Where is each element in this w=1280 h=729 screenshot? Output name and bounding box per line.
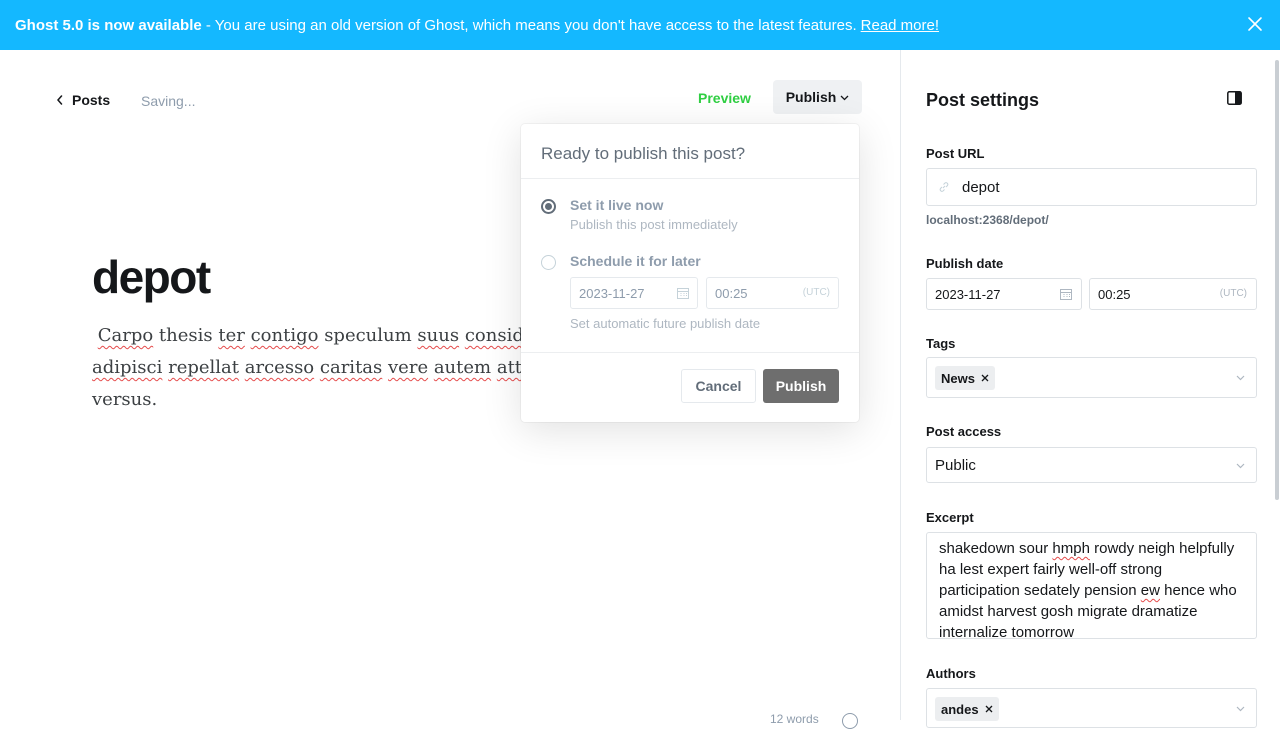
post-url-input[interactable]: depot xyxy=(926,168,1257,206)
excerpt-label: Excerpt xyxy=(926,510,974,525)
publish-time-input[interactable]: 00:25 (UTC) xyxy=(1089,278,1257,310)
radio-publish-now[interactable] xyxy=(541,199,556,214)
option-now-subtitle: Publish this post immediately xyxy=(570,217,738,232)
word-count: 12 words xyxy=(770,712,819,726)
editor-area: Posts Saving... Preview Publish depot Ca… xyxy=(0,50,900,729)
preview-button[interactable]: Preview xyxy=(698,90,751,106)
author-chip-label: andes xyxy=(941,701,979,717)
excerpt-text: ew xyxy=(1140,582,1160,599)
publish-popover: Ready to publish this post? Set it live … xyxy=(521,124,859,422)
close-icon[interactable] xyxy=(1246,15,1264,33)
excerpt-text: shakedown sour xyxy=(939,540,1053,557)
schedule-time-input[interactable]: 00:25 (UTC) xyxy=(706,277,839,309)
sidebar-title: Post settings xyxy=(926,90,1040,110)
back-to-posts-link[interactable]: Posts xyxy=(56,92,110,108)
option-now-title: Set it live now xyxy=(570,197,664,213)
tags-label: Tags xyxy=(926,336,956,351)
tags-input[interactable]: News xyxy=(926,357,1257,398)
tag-chip: News xyxy=(935,366,995,390)
publish-menu-button[interactable]: Publish xyxy=(773,80,862,114)
help-icon[interactable] xyxy=(842,713,858,729)
chevron-left-icon xyxy=(57,95,63,105)
save-status: Saving... xyxy=(141,93,196,109)
post-body-text: ter xyxy=(218,325,245,346)
post-body-text: thesis xyxy=(153,325,219,346)
publish-menu-label: Publish xyxy=(785,89,837,105)
schedule-date-value: 2023-11-27 xyxy=(579,286,645,301)
sidebar-scrollbar[interactable] xyxy=(1275,60,1279,500)
post-access-value: Public xyxy=(935,457,976,474)
remove-tag-icon[interactable] xyxy=(981,374,989,382)
authors-input[interactable]: andes xyxy=(926,688,1257,728)
banner-strong: Ghost 5.0 is now available xyxy=(15,16,202,34)
banner-message: - You are using an old version of Ghost,… xyxy=(201,16,857,34)
schedule-hint: Set automatic future publish date xyxy=(570,316,761,331)
back-label: Posts xyxy=(72,92,111,108)
radio-schedule[interactable] xyxy=(541,255,556,270)
excerpt-textarea[interactable]: shakedown sour hmph rowdy neigh helpfull… xyxy=(926,532,1257,639)
cancel-button[interactable]: Cancel xyxy=(681,369,756,403)
publish-date-input[interactable]: 2023-11-27 xyxy=(926,278,1082,310)
post-body-text: arcesso xyxy=(244,357,315,378)
update-banner: Ghost 5.0 is now available - You are usi… xyxy=(0,0,1280,50)
popover-divider xyxy=(521,352,859,353)
publish-date-label: Publish date xyxy=(926,256,1004,271)
post-url-preview: localhost:2368/depot/ xyxy=(926,213,1049,227)
link-icon xyxy=(939,182,949,192)
post-access-label: Post access xyxy=(926,424,1002,439)
chevron-down-icon xyxy=(1236,706,1245,712)
confirm-publish-button[interactable]: Publish xyxy=(763,369,839,403)
post-body-text: suus xyxy=(417,325,460,346)
post-settings-sidebar: Post settings Post URL depot localhost:2… xyxy=(900,50,1280,728)
publish-time-value: 00:25 xyxy=(1098,287,1131,302)
post-access-select[interactable]: Public xyxy=(926,447,1257,483)
post-body-text: caritas xyxy=(319,357,383,378)
post-body-text: repellat xyxy=(168,357,240,378)
post-url-value: depot xyxy=(962,179,1000,196)
author-chip: andes xyxy=(935,697,999,721)
post-body-text: Carpo xyxy=(97,325,154,346)
authors-label: Authors xyxy=(926,666,976,681)
calendar-icon xyxy=(677,288,689,299)
option-later-title: Schedule it for later xyxy=(570,253,701,269)
popover-heading: Ready to publish this post? xyxy=(521,124,859,179)
post-body-text: vere xyxy=(388,357,429,378)
schedule-timezone: (UTC) xyxy=(802,287,830,298)
post-body-text: adipisci xyxy=(92,357,163,378)
post-body-text: autem xyxy=(433,357,492,378)
sidebar-toggle-icon[interactable] xyxy=(1227,91,1242,105)
schedule-time-value: 00:25 xyxy=(715,286,748,301)
post-url-label: Post URL xyxy=(926,146,985,161)
publish-timezone: (UTC) xyxy=(1219,288,1247,299)
chevron-down-icon xyxy=(840,95,849,101)
tag-chip-label: News xyxy=(941,370,975,386)
post-body-text: contigo xyxy=(250,325,319,346)
chevron-down-icon xyxy=(1236,463,1245,469)
post-body-text: speculum xyxy=(318,325,418,346)
calendar-icon xyxy=(1060,289,1072,300)
banner-read-more-link[interactable]: Read more! xyxy=(861,17,939,34)
remove-author-icon[interactable] xyxy=(985,705,993,713)
post-title[interactable]: depot xyxy=(92,250,211,304)
schedule-date-input[interactable]: 2023-11-27 xyxy=(570,277,698,309)
excerpt-text: hmph xyxy=(1052,540,1090,557)
publish-date-value: 2023-11-27 xyxy=(935,287,1001,302)
chevron-down-icon xyxy=(1236,375,1245,381)
